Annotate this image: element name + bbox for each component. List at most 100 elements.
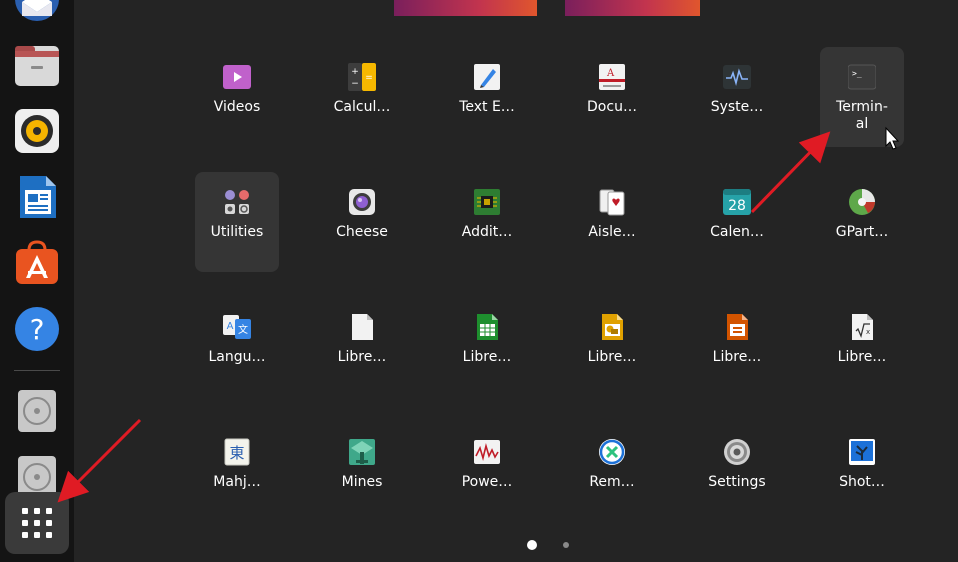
calendar-day-text: 28 — [728, 198, 746, 214]
app-label: Powe… — [461, 474, 513, 490]
app-label: Docu… — [587, 99, 637, 115]
additional-drivers-icon — [474, 189, 500, 215]
svg-text:A: A — [606, 68, 615, 79]
gparted-icon — [849, 189, 875, 215]
app-label: Libre… — [337, 349, 387, 365]
app-tile-mahjongg[interactable]: 東 Mahj… — [195, 422, 279, 522]
calendar-icon: 28 — [723, 189, 751, 215]
app-tile-document-viewer[interactable]: A Docu… — [570, 47, 654, 147]
libreoffice-writer-icon[interactable] — [14, 174, 60, 220]
settings-icon — [724, 439, 750, 465]
app-label: Settings — [708, 474, 766, 490]
app-label: Videos — [213, 99, 261, 115]
libreoffice-icon — [352, 314, 373, 340]
libreoffice-calc-icon — [477, 314, 498, 340]
app-tile-videos[interactable]: Videos — [195, 47, 279, 147]
app-label: Shot… — [839, 474, 885, 490]
page-indicator-2[interactable] — [563, 542, 569, 548]
svg-text:=: = — [365, 73, 373, 83]
dock: ? — [0, 0, 74, 562]
app-tile-shotwell[interactable]: Shot… — [820, 422, 904, 522]
aisleriot-icon — [599, 189, 625, 216]
app-tile-cheese[interactable]: Cheese — [320, 172, 404, 272]
app-tile-aisleriot[interactable]: Aisle… — [570, 172, 654, 272]
app-tile-language-support[interactable]: A 文 Langu… — [195, 297, 279, 397]
app-label: Calcul… — [333, 99, 391, 115]
page-indicator-1[interactable] — [527, 540, 537, 550]
app-tile-libreoffice-impress[interactable]: Libre… — [695, 297, 779, 397]
utilities-folder-icon — [225, 190, 249, 214]
system-monitor-icon — [723, 65, 751, 89]
dock-separator — [14, 370, 60, 371]
calculator-icon: + − = — [348, 63, 376, 91]
app-center-icon[interactable] — [14, 240, 60, 286]
remmina-icon — [599, 439, 625, 465]
text-editor-icon — [474, 64, 500, 90]
document-viewer-icon: A — [599, 64, 625, 90]
app-label: Mines — [341, 474, 383, 490]
svg-text:>_: >_ — [852, 69, 862, 78]
app-tile-libreoffice-draw[interactable]: Libre… — [570, 297, 654, 397]
workspace-preview-2[interactable] — [565, 0, 700, 16]
app-label: Addit… — [461, 224, 513, 240]
app-label: Syste… — [710, 99, 764, 115]
files-icon[interactable] — [14, 42, 60, 88]
app-label: Libre… — [837, 349, 887, 365]
app-tile-system-monitor[interactable]: Syste… — [695, 47, 779, 147]
libreoffice-math-icon: x — [852, 314, 873, 340]
workspace-preview-1[interactable] — [394, 0, 537, 16]
app-tile-libreoffice-calc[interactable]: Libre… — [445, 297, 529, 397]
mines-icon — [349, 439, 375, 465]
app-label: Libre… — [712, 349, 762, 365]
app-tile-utilities[interactable]: Utilities — [195, 172, 279, 272]
app-label: Utilities — [210, 224, 264, 240]
svg-text:+: + — [351, 67, 359, 77]
shotwell-icon — [849, 439, 875, 465]
svg-text:A: A — [227, 321, 234, 332]
show-apps-button[interactable] — [5, 492, 69, 554]
language-support-icon: A 文 — [223, 315, 251, 339]
disc-drive-icon[interactable] — [14, 388, 60, 434]
app-label: Libre… — [462, 349, 512, 365]
app-tile-text-editor[interactable]: Text E… — [445, 47, 529, 147]
rhythmbox-icon[interactable] — [14, 108, 60, 154]
app-tile-power-statistics[interactable]: Powe… — [445, 422, 529, 522]
app-label: Calen… — [710, 224, 764, 240]
terminal-icon: >_ — [848, 64, 876, 90]
app-tile-additional-drivers[interactable]: Addit… — [445, 172, 529, 272]
app-label: Text E… — [459, 99, 515, 115]
app-label: Aisle… — [588, 224, 636, 240]
app-tile-mines[interactable]: Mines — [320, 422, 404, 522]
app-grid: Videos + − = Calcul… Text E… A Docu… Sys… — [173, 47, 923, 547]
app-tile-calendar[interactable]: 28 Calen… — [695, 172, 779, 272]
videos-icon — [223, 65, 251, 89]
grid-icon — [22, 508, 52, 538]
app-tile-gparted[interactable]: GPart… — [820, 172, 904, 272]
svg-text:?: ? — [30, 313, 45, 346]
mahjongg-icon: 東 — [224, 438, 250, 466]
app-tile-remmina[interactable]: Rem… — [570, 422, 654, 522]
app-tile-calculator[interactable]: + − = Calcul… — [320, 47, 404, 147]
app-label: Termin- al — [836, 99, 888, 132]
libreoffice-draw-icon — [602, 314, 623, 340]
app-label: Cheese — [336, 224, 388, 240]
svg-text:東: 東 — [229, 444, 244, 462]
cheese-icon — [349, 189, 375, 215]
help-icon[interactable]: ? — [14, 306, 60, 352]
svg-text:x: x — [866, 328, 870, 336]
app-label: Libre… — [587, 349, 637, 365]
libreoffice-impress-icon — [727, 314, 748, 340]
app-label: Langu… — [208, 349, 266, 365]
arrow-to-show-apps — [57, 418, 142, 503]
app-tile-libreoffice[interactable]: Libre… — [320, 297, 404, 397]
svg-text:文: 文 — [238, 323, 248, 336]
app-label: Rem… — [589, 474, 635, 490]
app-tile-settings[interactable]: Settings — [695, 422, 779, 522]
app-label: GPart… — [835, 224, 889, 240]
svg-text:−: − — [351, 79, 359, 89]
power-statistics-icon — [474, 440, 500, 464]
thunderbird-icon[interactable] — [14, 0, 60, 22]
app-tile-terminal[interactable]: >_ Termin- al — [820, 47, 904, 147]
app-label: Mahj… — [213, 474, 261, 490]
app-tile-libreoffice-math[interactable]: x Libre… — [820, 297, 904, 397]
